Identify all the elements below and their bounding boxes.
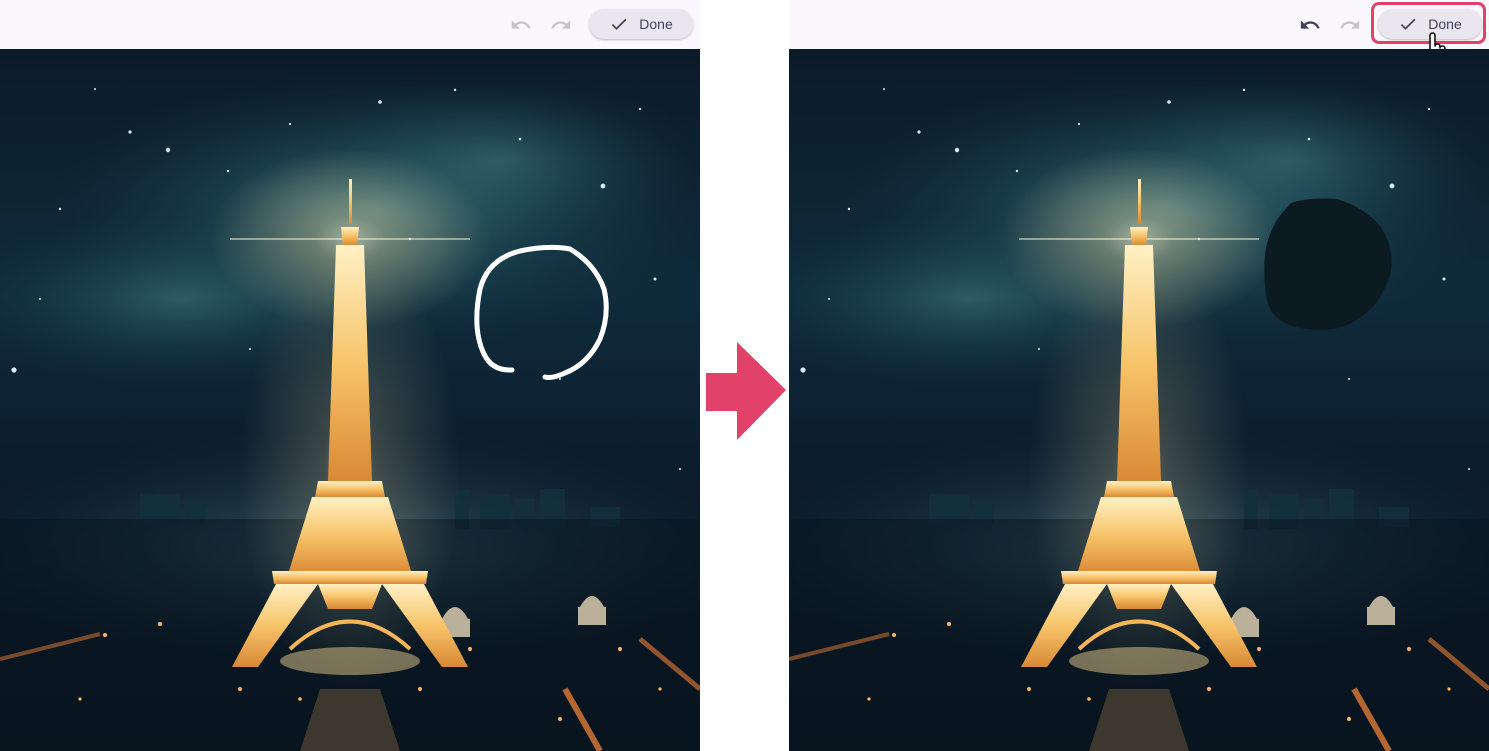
redo-button[interactable]	[1337, 12, 1363, 38]
redo-icon	[551, 20, 571, 29]
editor-toolbar: Done	[0, 0, 700, 50]
undo-icon	[1300, 20, 1320, 29]
arrow-right-icon	[706, 342, 786, 440]
editor-panel-after: Done	[789, 0, 1489, 751]
done-button[interactable]: Done	[589, 9, 693, 39]
eiffel-tower-night-image-edited[interactable]	[789, 49, 1489, 751]
editor-panel-before: Done	[0, 0, 700, 751]
undo-button[interactable]	[508, 12, 534, 38]
redo-button[interactable]	[548, 12, 574, 38]
done-label: Done	[1428, 16, 1462, 32]
undo-icon	[511, 20, 531, 29]
editor-toolbar: Done	[789, 0, 1489, 69]
redo-icon	[1340, 20, 1360, 29]
done-label: Done	[639, 16, 673, 32]
eiffel-tower-night-image[interactable]	[0, 49, 700, 751]
check-icon	[1401, 18, 1416, 30]
undo-button[interactable]	[1297, 12, 1323, 38]
check-icon	[612, 18, 627, 30]
